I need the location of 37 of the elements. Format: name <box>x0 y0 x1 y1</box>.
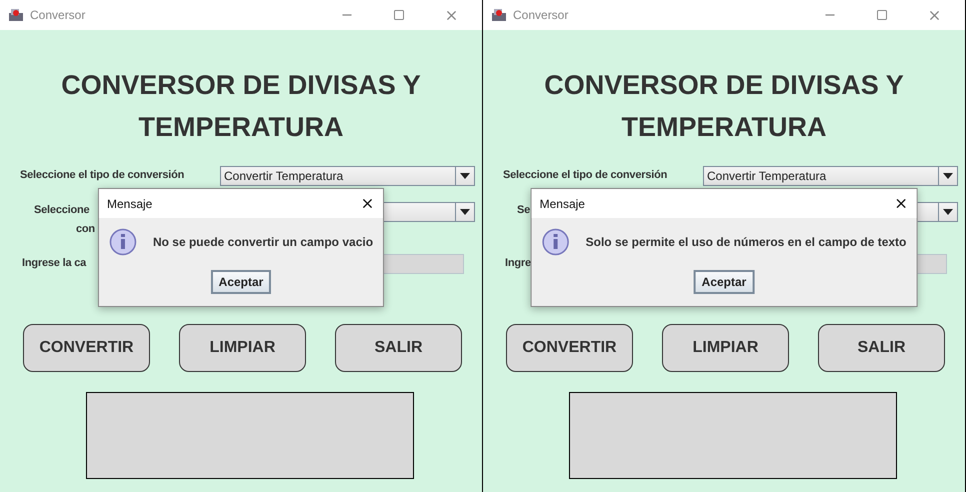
field-label: Seleccione el tipo de conversión <box>502 168 668 183</box>
app-icon <box>8 7 24 23</box>
app-heading: TEMPERATURA <box>620 111 828 144</box>
maximize-icon[interactable] <box>393 9 405 21</box>
dropdown[interactable]: Convertir Temperatura <box>703 166 958 186</box>
field-label: con <box>75 222 95 237</box>
window-title: Conversor <box>30 8 86 22</box>
dropdown-arrow-icon <box>460 173 470 179</box>
field-label: Seleccione el tipo de conversión <box>19 168 184 183</box>
app-heading: CONVERSOR DE DIVISAS Y <box>543 69 905 102</box>
dropdown[interactable]: Convertir Temperatura <box>220 166 475 186</box>
dialog-message: No se puede convertir un campo vacio <box>152 235 374 249</box>
accept-button[interactable]: Aceptar <box>210 270 272 294</box>
window-title: Conversor <box>513 8 570 22</box>
action-button[interactable]: SALIR <box>818 324 945 372</box>
action-button[interactable]: CONVERTIR <box>506 324 633 372</box>
field-label: Ingrese la ca <box>21 256 86 271</box>
field-label: Ingre <box>504 256 531 271</box>
app-heading: TEMPERATURA <box>138 111 344 144</box>
action-button[interactable]: SALIR <box>335 324 462 372</box>
dropdown-arrow-icon <box>460 209 470 215</box>
app-heading: CONVERSOR DE DIVISAS Y <box>60 69 422 102</box>
field-label: Se <box>516 203 530 218</box>
dropdown-arrow-icon <box>943 173 953 179</box>
action-button[interactable]: LIMPIAR <box>662 324 789 372</box>
dialog-title: Mensaje <box>540 196 585 210</box>
maximize-icon[interactable] <box>876 9 888 21</box>
app-icon <box>491 7 507 23</box>
field-label: Seleccione <box>33 203 90 218</box>
dropdown-arrow-icon <box>943 209 953 215</box>
dialog-message: Solo se permite el uso de números en el campo de texto <box>586 235 906 249</box>
dialog-title: Mensaje <box>106 196 152 210</box>
action-button[interactable]: CONVERTIR <box>23 324 150 372</box>
action-button[interactable]: LIMPIAR <box>179 324 306 372</box>
info-icon <box>542 228 570 256</box>
accept-button[interactable]: Aceptar <box>694 270 754 294</box>
info-icon <box>108 228 137 256</box>
